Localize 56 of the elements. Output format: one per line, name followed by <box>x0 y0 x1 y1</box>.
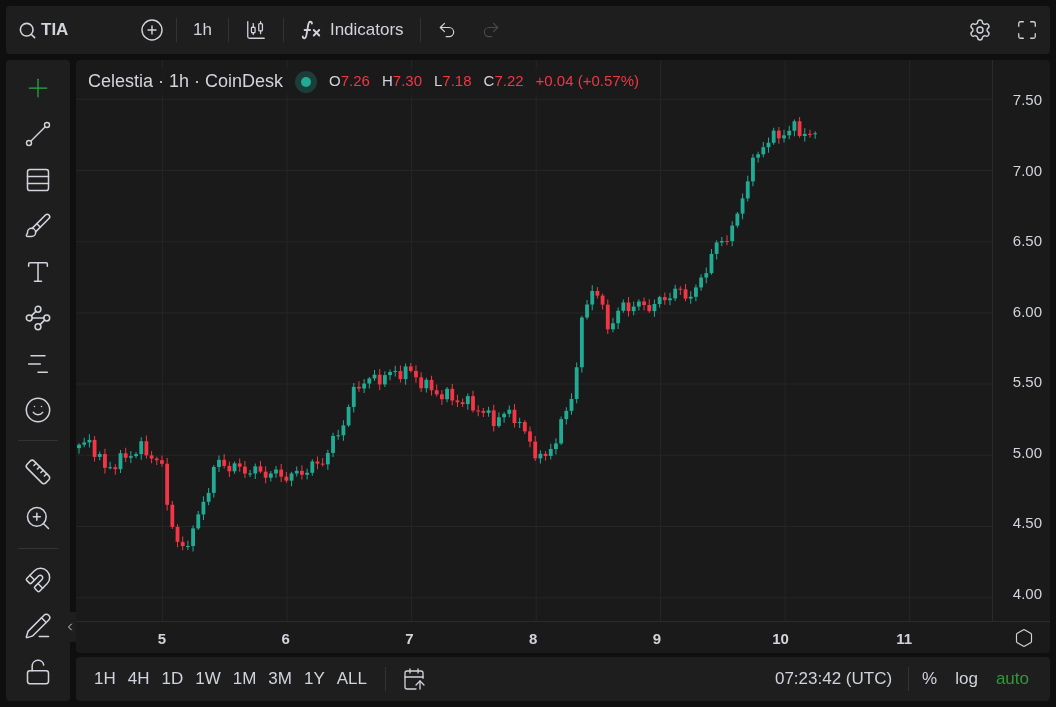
time-label: 11 <box>896 629 913 649</box>
smiley-icon <box>24 395 52 424</box>
time-label: 10 <box>772 629 789 649</box>
scale-option-button[interactable]: log <box>946 666 987 692</box>
symbol-search-button[interactable]: TIA <box>18 17 128 43</box>
interval-button[interactable]: 1h <box>177 17 228 43</box>
price-label: 7.50 <box>1012 90 1042 110</box>
trend-line-icon <box>24 119 52 148</box>
ohlc-label: H <box>381 71 393 92</box>
ohlc-value: 7.22 <box>494 71 524 92</box>
ohlc-label: C <box>483 71 495 92</box>
range-button[interactable]: 1M <box>226 666 263 692</box>
search-icon <box>18 20 37 40</box>
ruler-icon <box>24 457 52 486</box>
unlocked-padlock-icon <box>24 657 52 686</box>
time-label: 5 <box>157 629 167 649</box>
ohlc-value: 7.30 <box>392 71 422 92</box>
clock-text: 07:23:42 (UTC) <box>773 668 894 691</box>
range-button[interactable]: 1Y <box>297 666 331 692</box>
pattern-icon <box>24 303 52 332</box>
price-label: 6.50 <box>1012 231 1042 252</box>
time-label: 7 <box>405 629 414 649</box>
settings-icon <box>968 18 992 42</box>
price-label: 7.00 <box>1012 160 1042 181</box>
price-change: +0.04 (+0.57%) <box>535 71 639 92</box>
axis-settings-icon <box>1014 627 1034 648</box>
price-label: 6.00 <box>1012 301 1042 322</box>
ohlc-value: 7.18 <box>442 71 472 92</box>
range-button[interactable]: 3M <box>262 666 298 692</box>
time-label: 9 <box>652 629 661 649</box>
range-button[interactable]: 1H <box>88 666 122 692</box>
range-button[interactable]: 1D <box>155 666 190 692</box>
range-button[interactable]: 1W <box>189 666 227 692</box>
add-icon <box>140 18 164 42</box>
magnet-icon <box>24 565 52 594</box>
brush-icon <box>24 211 52 240</box>
ohlc-label: O <box>329 71 341 92</box>
pencil-icon <box>24 611 52 640</box>
scale-option-button[interactable]: auto <box>986 666 1038 692</box>
function-icon <box>299 19 322 41</box>
calendar-icon <box>402 667 426 691</box>
price-label: 4.00 <box>1012 583 1042 604</box>
ohlc-value: 7.26 <box>340 71 370 92</box>
ohlc-label: L <box>434 71 443 92</box>
range-button[interactable]: ALL <box>330 666 373 692</box>
scale-option-button[interactable]: % <box>913 666 947 692</box>
price-label: 4.50 <box>1012 513 1042 534</box>
time-label: 6 <box>281 629 290 649</box>
indicators-button[interactable]: Indicators <box>283 17 420 43</box>
range-button[interactable]: 4H <box>121 666 156 692</box>
candles-icon <box>244 19 267 41</box>
price-label: 5.50 <box>1012 372 1042 393</box>
time-label: 8 <box>528 629 538 649</box>
chart-title: Celestia · 1h · CoinDesk <box>88 70 284 93</box>
price-label: 5.00 <box>1012 442 1042 463</box>
fullscreen-icon <box>1016 19 1038 41</box>
